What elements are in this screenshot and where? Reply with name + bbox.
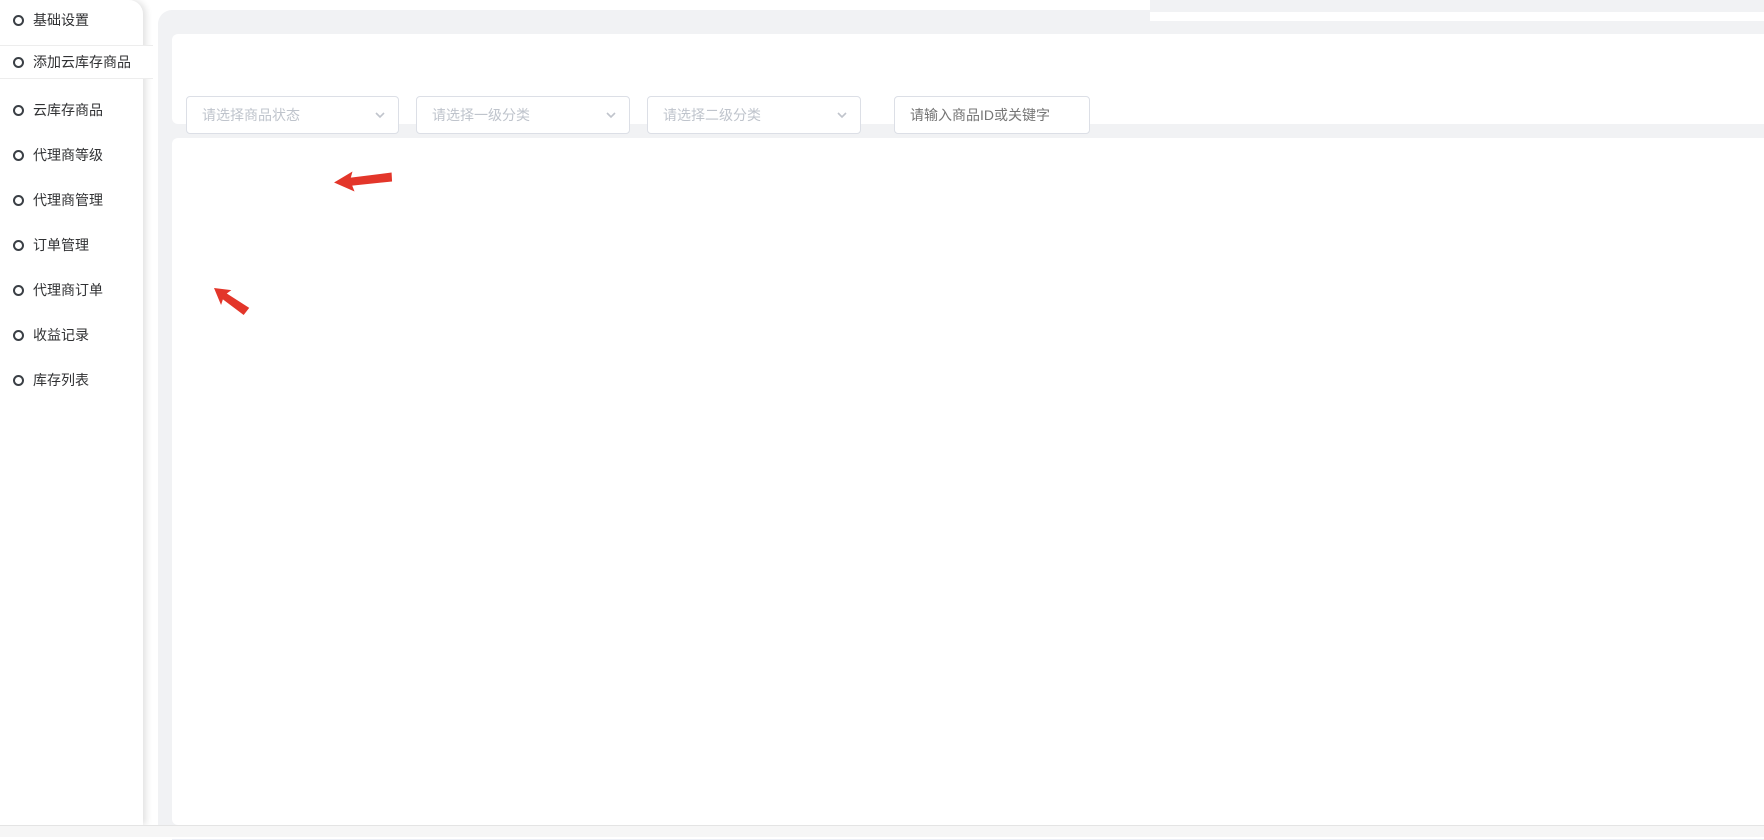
sidebar-item-3[interactable]: 代理商等级 (0, 138, 143, 172)
top-right-gray-band (1150, 0, 1764, 12)
menu-circle-icon (13, 285, 24, 296)
horizontal-scrollbar[interactable] (0, 825, 1764, 837)
sidebar-item-label: 代理商订单 (33, 280, 103, 300)
keyword-search-input[interactable] (894, 96, 1090, 134)
menu-circle-icon (13, 57, 24, 68)
menu-circle-icon (13, 105, 24, 116)
chevron-down-icon (836, 109, 848, 121)
sidebar-item-6[interactable]: 代理商订单 (0, 273, 143, 307)
category-level1-placeholder: 请选择一级分类 (432, 105, 605, 125)
menu-circle-icon (13, 150, 24, 161)
sidebar-item-label: 订单管理 (33, 235, 89, 255)
sidebar-item-label: 云库存商品 (33, 100, 103, 120)
category-level2-placeholder: 请选择二级分类 (663, 105, 836, 125)
sidebar-item-label: 代理商管理 (33, 190, 103, 210)
sidebar-item-label: 收益记录 (33, 325, 89, 345)
sidebar-item-label: 基础设置 (33, 10, 89, 30)
sidebar-item-0[interactable]: 基础设置 (0, 3, 143, 37)
category-level1-select[interactable]: 请选择一级分类 (416, 96, 630, 134)
product-status-select[interactable]: 请选择商品状态 (186, 96, 399, 134)
menu-circle-icon (13, 15, 24, 26)
chevron-down-icon (374, 109, 386, 121)
sidebar-item-5[interactable]: 订单管理 (0, 228, 143, 262)
sidebar-item-label: 库存列表 (33, 370, 89, 390)
product-status-placeholder: 请选择商品状态 (202, 105, 374, 125)
sidebar-item-4[interactable]: 代理商管理 (0, 183, 143, 217)
filter-card: 请选择商品状态 请选择一级分类 请选择二级分类 (172, 34, 1764, 124)
sidebar-item-8[interactable]: 库存列表 (0, 363, 143, 397)
chevron-down-icon (605, 109, 617, 121)
top-right-white-band (1150, 12, 1764, 21)
category-level2-select[interactable]: 请选择二级分类 (647, 96, 861, 134)
menu-circle-icon (13, 240, 24, 251)
sidebar-item-label: 代理商等级 (33, 145, 103, 165)
sidebar-item-7[interactable]: 收益记录 (0, 318, 143, 352)
menu-circle-icon (13, 195, 24, 206)
sidebar-item-label: 添加云库存商品 (33, 52, 131, 72)
menu-circle-icon (13, 330, 24, 341)
sidebar-item-1-active[interactable]: 添加云库存商品 (0, 45, 143, 79)
sidebar-item-2[interactable]: 云库存商品 (0, 93, 143, 127)
menu-circle-icon (13, 375, 24, 386)
annotation-arrow-add-stock (331, 166, 394, 195)
product-table-card (172, 138, 1764, 825)
